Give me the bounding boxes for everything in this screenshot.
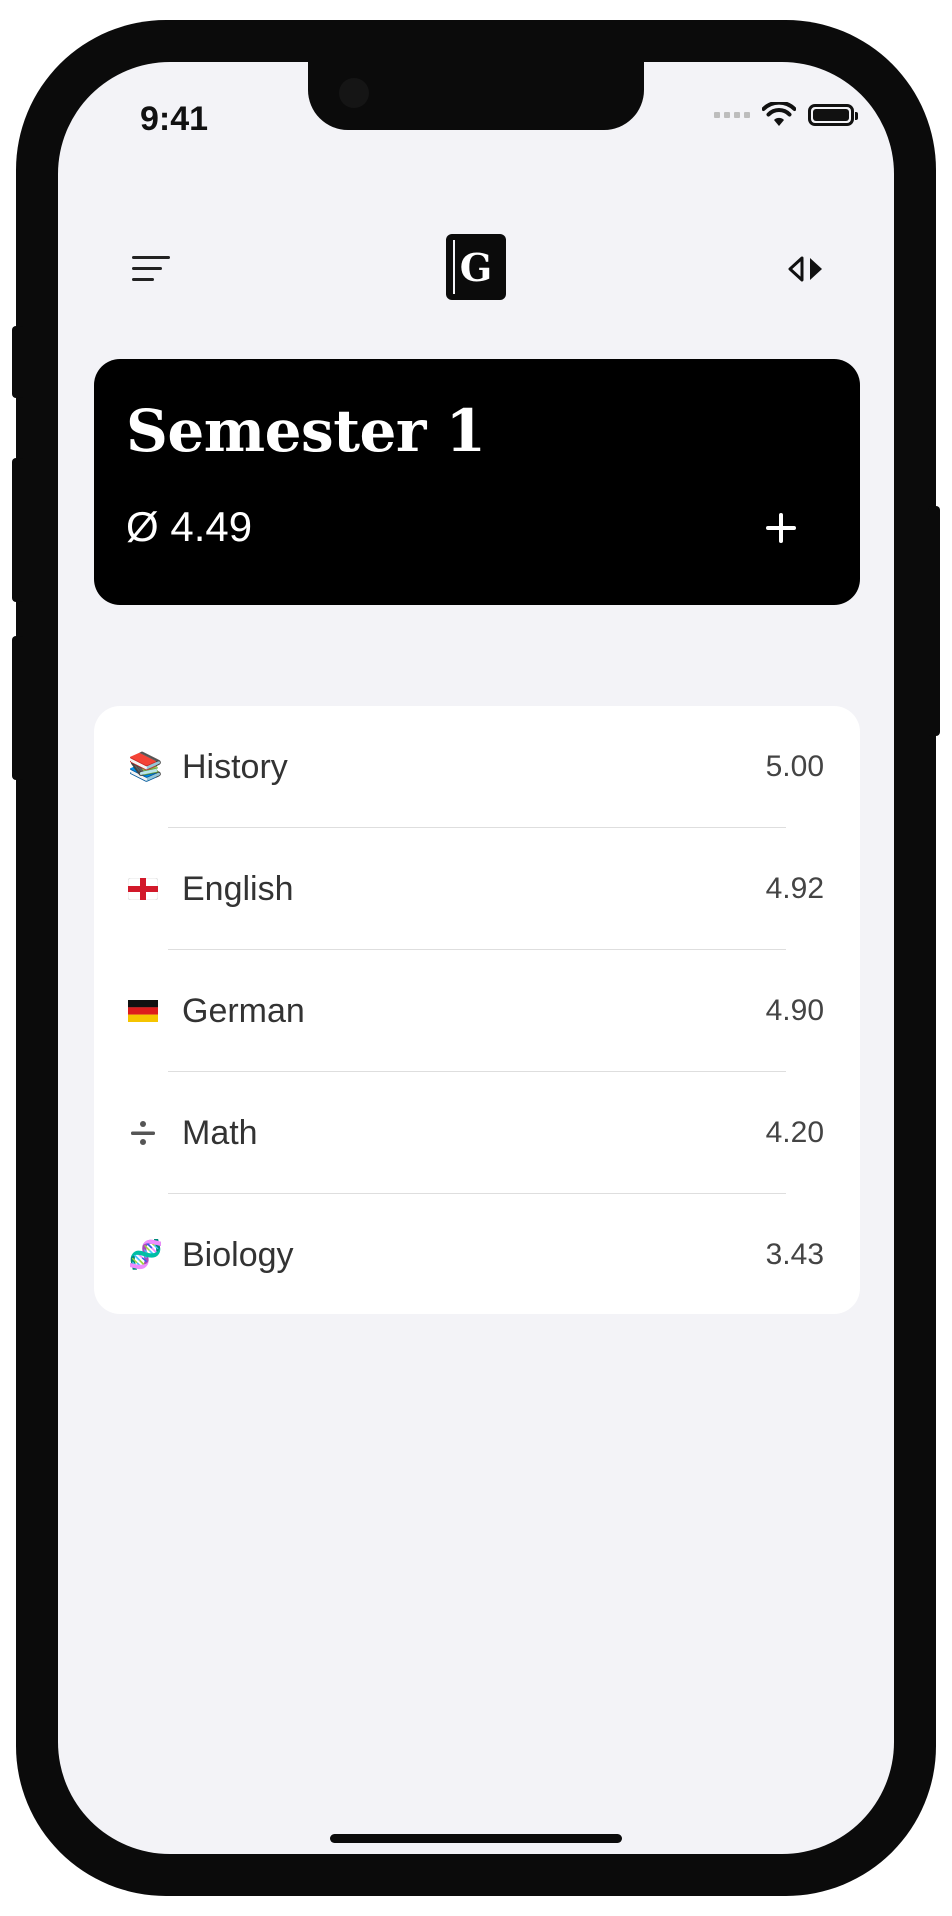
app-logo: G <box>446 234 506 300</box>
home-indicator[interactable] <box>330 1834 622 1843</box>
front-camera <box>339 78 369 108</box>
subject-average: 3.43 <box>765 1238 824 1271</box>
subject-row-history[interactable]: 📚 History 5.00 <box>94 706 860 828</box>
battery-icon <box>808 104 858 126</box>
england-flag-icon <box>127 874 162 904</box>
volume-down-button <box>12 636 24 780</box>
subject-average: 4.20 <box>765 1116 824 1149</box>
subject-label: Biology <box>182 1236 294 1274</box>
germany-flag-icon <box>128 996 162 1026</box>
status-indicators <box>714 102 858 128</box>
subject-label: Math <box>182 1114 258 1152</box>
books-icon: 📚 <box>128 751 163 782</box>
subject-row-english[interactable]: English 4.92 <box>94 828 860 950</box>
semester-card[interactable]: Semester 1 Ø 4.49 <box>94 359 860 605</box>
screen: 9:41 G Semester 1 Ø 4.49 📚 History 5.00 … <box>58 62 894 1854</box>
subject-average: 4.90 <box>765 994 824 1027</box>
power-button <box>928 506 940 736</box>
subject-row-math[interactable]: Math 4.20 <box>94 1072 860 1194</box>
subject-label: German <box>182 992 305 1030</box>
subject-row-german[interactable]: German 4.90 <box>94 950 860 1072</box>
navigation-bar: G <box>58 232 894 302</box>
status-time: 9:41 <box>140 100 209 138</box>
swap-icon[interactable] <box>784 254 828 284</box>
dna-icon: 🧬 <box>128 1239 163 1270</box>
add-subject-button[interactable] <box>760 507 802 549</box>
semester-title: Semester 1 <box>126 397 486 465</box>
logo-letter: G <box>459 244 493 290</box>
divide-icon <box>128 1118 162 1148</box>
wifi-icon <box>762 102 796 126</box>
subject-label: History <box>182 748 288 786</box>
volume-up-button <box>12 458 24 602</box>
semester-average: Ø 4.49 <box>126 503 253 550</box>
subject-label: English <box>182 870 294 908</box>
subject-average: 4.92 <box>765 872 824 905</box>
subject-list: 📚 History 5.00 English 4.92 German 4.90 … <box>94 706 860 1314</box>
subject-average: 5.00 <box>765 750 824 783</box>
menu-icon[interactable] <box>132 252 176 286</box>
cellular-signal-icon <box>714 112 750 118</box>
subject-row-biology[interactable]: 🧬 Biology 3.43 <box>94 1194 860 1314</box>
silent-switch <box>12 326 24 398</box>
